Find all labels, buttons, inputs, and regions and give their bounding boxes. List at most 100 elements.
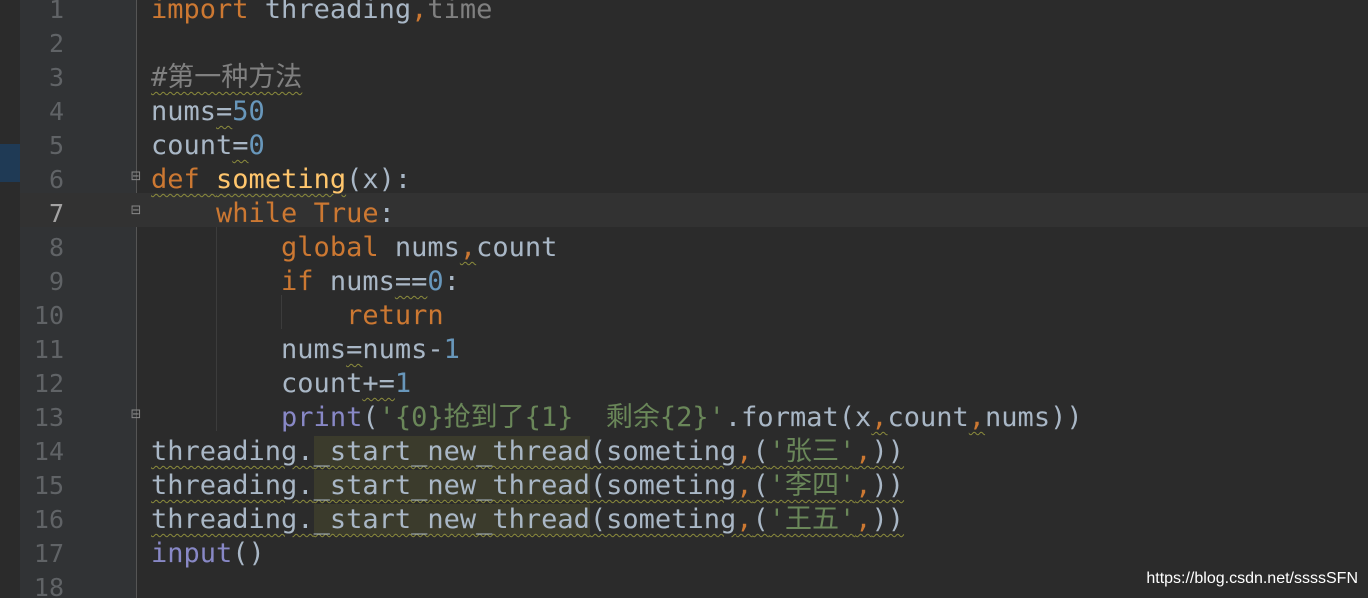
code-token: )) <box>871 470 905 501</box>
code-token: _start_new_thread <box>313 436 590 467</box>
line-number: 11 <box>33 335 64 364</box>
code-token: threading. <box>151 436 314 467</box>
line-number: 17 <box>33 539 64 568</box>
code-token: while <box>216 198 298 229</box>
code-token: , <box>871 402 888 433</box>
code-token: count <box>281 368 363 399</box>
code-token: .format(x <box>724 402 872 433</box>
code-token: #第一种方法 <box>151 62 303 93</box>
code-line[interactable]: 3 #第一种方法 <box>0 61 1368 95</box>
code-token: = <box>216 96 233 127</box>
code-token: '张三' <box>768 436 856 467</box>
code-token: 0 <box>248 130 265 161</box>
code-text: threading._start_new_thread(someting,('张… <box>151 435 904 469</box>
code-line[interactable]: 16 threading._start_new_thread(someting,(… <box>0 503 1368 537</box>
line-number: 13 <box>33 403 64 432</box>
code-token: if <box>281 266 314 297</box>
code-token: _start_new_thread <box>313 470 590 501</box>
code-token: ( <box>752 470 769 501</box>
code-token: print <box>281 402 363 433</box>
code-token: )) <box>871 504 905 535</box>
code-editor[interactable]: ⊟ ⊟ ⊟ 1 import threading,time 2 3 #第一种方法 4 num… <box>0 0 1368 598</box>
code-line[interactable]: 17 input() <box>0 537 1368 571</box>
code-text: count+=1 <box>151 367 411 401</box>
code-line[interactable]: 13 print('{0}抢到了{1} 剩余{2}'.format(x,coun… <box>0 401 1368 435</box>
code-line[interactable]: 14 threading._start_new_thread(someting,(… <box>0 435 1368 469</box>
code-line[interactable]: 5 count=0 <box>0 129 1368 163</box>
code-text: if nums==0: <box>151 265 460 299</box>
line-number: 4 <box>48 97 64 126</box>
code-text: threading._start_new_thread(someting,('王… <box>151 503 904 537</box>
line-number: 10 <box>33 301 64 330</box>
code-token: nums <box>362 334 428 365</box>
code-token: time <box>427 0 493 25</box>
watermark: https://blog.csdn.net/ssssSFN <box>1146 570 1358 587</box>
code-text: while True: <box>151 197 395 231</box>
code-line[interactable]: 10 return <box>0 299 1368 333</box>
code-token: '王五' <box>768 504 856 535</box>
code-token: : <box>443 266 460 297</box>
code-token: ( <box>752 504 769 535</box>
line-number: 2 <box>48 29 64 58</box>
code-token: True <box>313 198 379 229</box>
code-token: , <box>736 504 753 535</box>
code-text: input() <box>151 537 265 571</box>
code-line[interactable]: 9 if nums==0: <box>0 265 1368 299</box>
code-text: nums=nums-1 <box>151 333 460 367</box>
line-number: 5 <box>48 131 64 160</box>
code-token: def <box>151 164 200 195</box>
code-line[interactable]: 2 <box>0 27 1368 61</box>
code-token: , <box>736 470 753 501</box>
code-token: (someting <box>589 436 737 467</box>
code-text: print('{0}抢到了{1} 剩余{2}'.format(x,count,n… <box>151 401 1083 435</box>
code-line[interactable]: 6 def someting(x): <box>0 163 1368 197</box>
code-token: threading. <box>151 504 314 535</box>
code-token: += <box>362 368 395 399</box>
line-number: 3 <box>48 63 64 92</box>
code-token: , <box>855 504 872 535</box>
code-text: import threading,time <box>151 0 492 27</box>
code-line[interactable]: 15 threading._start_new_thread(someting,(… <box>0 469 1368 503</box>
code-token: nums <box>378 232 460 263</box>
code-token: count <box>476 232 558 263</box>
code-token: ( <box>362 402 379 433</box>
code-text: threading._start_new_thread(someting,('李… <box>151 469 904 503</box>
code-token: count <box>151 130 233 161</box>
code-token: , <box>855 436 872 467</box>
code-text: def someting(x): <box>151 163 411 197</box>
code-token: , <box>736 436 753 467</box>
line-number: 9 <box>48 267 64 296</box>
code-token: : <box>378 198 395 229</box>
code-token: count <box>887 402 969 433</box>
code-token: (x): <box>346 164 412 195</box>
code-token: nums <box>313 266 395 297</box>
code-token: () <box>232 538 265 569</box>
code-line[interactable]: 12 count+=1 <box>0 367 1368 401</box>
code-line[interactable]: 4 nums=50 <box>0 95 1368 129</box>
code-text: nums=50 <box>151 95 265 129</box>
code-text: global nums,count <box>151 231 557 265</box>
code-token: , <box>459 232 477 263</box>
line-number: 16 <box>33 505 64 534</box>
code-token: global <box>281 232 379 263</box>
code-line[interactable]: 8 global nums,count <box>0 231 1368 265</box>
code-token: input <box>151 538 233 569</box>
code-token: 1 <box>394 368 412 399</box>
code-line[interactable]: 11 nums=nums-1 <box>0 333 1368 367</box>
code-token: - <box>427 334 444 365</box>
code-token: import <box>151 0 249 25</box>
code-token: someting <box>216 164 347 195</box>
code-token: nums)) <box>985 402 1083 433</box>
code-token: 0 <box>427 266 444 297</box>
code-line[interactable]: 1 import threading,time <box>0 0 1368 27</box>
code-token: , <box>968 402 986 433</box>
code-token: nums <box>151 96 217 127</box>
code-line[interactable]: 7 while True: <box>0 197 1368 231</box>
